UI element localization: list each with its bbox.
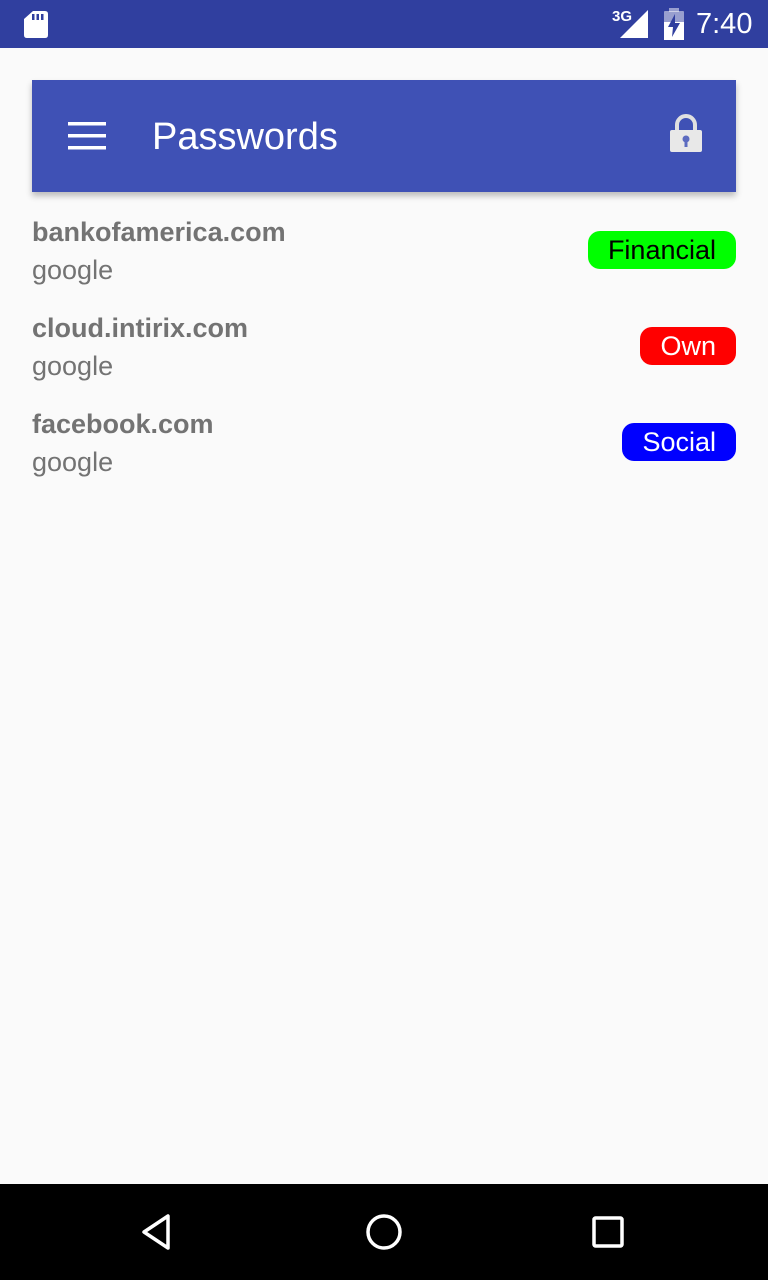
navigation-bar	[0, 1184, 768, 1280]
item-username: google	[32, 255, 114, 285]
page-title: Passwords	[152, 116, 338, 158]
category-badge: Own	[640, 327, 736, 365]
list-item[interactable]: bankofamerica.com google Financial	[32, 212, 736, 308]
back-button[interactable]	[136, 1208, 184, 1256]
signal-icon	[620, 10, 648, 38]
home-button[interactable]	[360, 1208, 408, 1256]
menu-button[interactable]	[62, 117, 114, 157]
back-icon	[142, 1214, 170, 1250]
item-domain: facebook.com	[32, 409, 214, 439]
item-domain: cloud.intirix.com	[32, 313, 249, 343]
category-badge: Social	[622, 423, 736, 461]
hamburger-menu-icon	[68, 122, 106, 150]
item-username: google	[32, 447, 114, 477]
item-username: google	[32, 351, 114, 381]
lock-icon	[670, 114, 702, 152]
list-item[interactable]: cloud.intirix.com google Own	[32, 308, 736, 404]
status-time: 7:40	[696, 8, 753, 40]
status-bar: 3G 7:40	[0, 0, 768, 48]
home-icon	[366, 1214, 402, 1250]
recents-button[interactable]	[584, 1208, 632, 1256]
recents-icon	[592, 1216, 624, 1248]
lock-button[interactable]	[664, 112, 708, 156]
password-list: bankofamerica.com google Financial cloud…	[32, 212, 736, 500]
battery-charging-icon	[664, 8, 684, 40]
app-bar: Passwords	[32, 80, 736, 192]
category-badge: Financial	[587, 231, 736, 269]
list-item[interactable]: facebook.com google Social	[32, 404, 736, 500]
item-domain: bankofamerica.com	[32, 217, 286, 247]
sd-card-icon	[24, 11, 48, 38]
